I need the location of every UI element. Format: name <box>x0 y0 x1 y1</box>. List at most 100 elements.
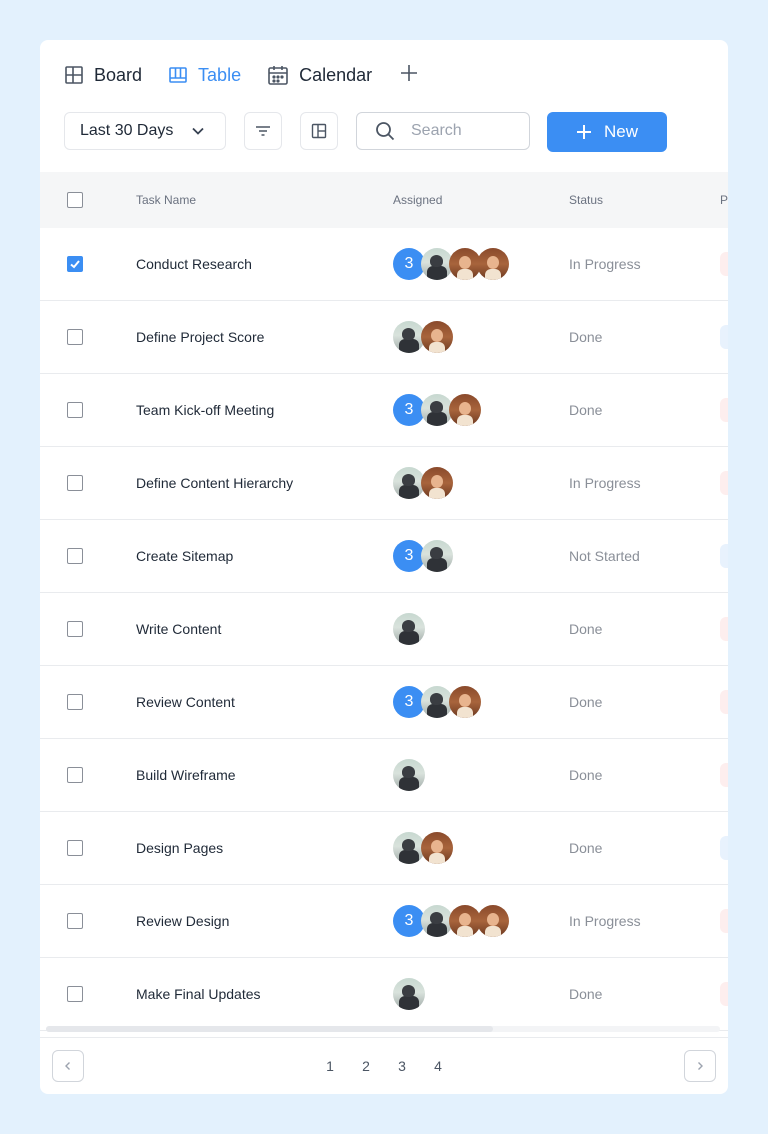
task-name[interactable]: Conduct Research <box>136 228 252 300</box>
table-row[interactable]: Define Project Score Done <box>40 301 728 374</box>
row-select-cell <box>67 958 83 1030</box>
column-status[interactable]: Status <box>569 172 603 228</box>
task-name[interactable]: Create Sitemap <box>136 520 233 592</box>
layout-icon <box>311 123 327 139</box>
horizontal-scrollbar[interactable] <box>46 1026 720 1032</box>
status-text: Done <box>569 402 603 418</box>
status-text: In Progress <box>569 256 641 272</box>
plus-icon <box>401 65 418 81</box>
board-icon <box>65 66 83 84</box>
assigned-cell: 3 <box>393 374 481 446</box>
filter-button[interactable] <box>244 112 282 150</box>
status-text: Done <box>569 840 603 856</box>
priority-badge <box>720 763 728 787</box>
task-name[interactable]: Define Content Hierarchy <box>136 447 293 519</box>
page-1[interactable]: 1 <box>320 1050 340 1082</box>
add-view-button[interactable] <box>400 63 418 87</box>
table-row[interactable]: Design Pages Done <box>40 812 728 885</box>
task-name[interactable]: Make Final Updates <box>136 958 261 1030</box>
row-checkbox[interactable] <box>67 475 83 491</box>
tab-board[interactable]: Board <box>64 65 142 86</box>
assignee-avatars[interactable]: 3 <box>393 686 481 718</box>
task-name[interactable]: Team Kick-off Meeting <box>136 374 274 446</box>
task-card: Board Table Calendar Last 30 Days Search… <box>40 40 728 1094</box>
priority-badge <box>720 617 728 641</box>
table-row[interactable]: Define Content Hierarchy In Progress <box>40 447 728 520</box>
row-checkbox[interactable] <box>67 913 83 929</box>
select-all-cell <box>67 172 83 228</box>
prev-page-button[interactable] <box>52 1050 84 1082</box>
assignee-avatars[interactable]: 3 <box>393 540 453 572</box>
table-row[interactable]: Build Wireframe Done <box>40 739 728 812</box>
table-row[interactable]: Team Kick-off Meeting 3 Done <box>40 374 728 447</box>
column-assigned[interactable]: Assigned <box>393 172 442 228</box>
table-row[interactable]: Make Final Updates Done <box>40 958 728 1031</box>
next-page-button[interactable] <box>684 1050 716 1082</box>
row-checkbox[interactable] <box>67 548 83 564</box>
tab-calendar[interactable]: Calendar <box>267 64 372 86</box>
assignee-avatars[interactable]: 3 <box>393 394 481 426</box>
assignee-avatars[interactable]: 3 <box>393 248 509 280</box>
layout-button[interactable] <box>300 112 338 150</box>
task-name[interactable]: Build Wireframe <box>136 739 236 811</box>
chevron-right-icon <box>698 1062 703 1070</box>
assignee-avatars[interactable] <box>393 321 453 353</box>
chevron-down-icon <box>192 127 204 135</box>
priority-cell <box>720 885 728 957</box>
row-select-cell <box>67 593 83 665</box>
priority-badge <box>720 325 728 349</box>
assignee-avatars[interactable] <box>393 759 425 791</box>
page-2[interactable]: 2 <box>356 1050 376 1082</box>
search-box[interactable] <box>356 112 530 150</box>
assignee-avatars[interactable]: 3 <box>393 905 509 937</box>
tab-table-label: Table <box>198 64 242 85</box>
column-task-name[interactable]: Task Name <box>136 172 196 228</box>
scrollbar-thumb[interactable] <box>46 1026 493 1032</box>
priority-cell <box>720 593 728 665</box>
priority-cell <box>720 301 728 373</box>
assigned-cell: 3 <box>393 228 509 300</box>
page-4[interactable]: 4 <box>428 1050 448 1082</box>
new-task-button[interactable]: New <box>547 112 667 152</box>
table-row[interactable]: Write Content Done <box>40 593 728 666</box>
avatar <box>393 613 425 645</box>
assignee-avatars[interactable] <box>393 978 425 1010</box>
row-checkbox[interactable] <box>67 840 83 856</box>
assignee-avatars[interactable] <box>393 467 453 499</box>
select-all-checkbox[interactable] <box>67 192 83 208</box>
task-name[interactable]: Design Pages <box>136 812 223 884</box>
page-3[interactable]: 3 <box>392 1050 412 1082</box>
search-input[interactable] <box>409 121 523 141</box>
status-text: In Progress <box>569 913 641 929</box>
tab-table[interactable]: Table <box>168 65 241 86</box>
table-row[interactable]: Review Content 3 Done <box>40 666 728 739</box>
assignee-avatars[interactable] <box>393 832 453 864</box>
row-checkbox[interactable] <box>67 256 83 272</box>
task-name[interactable]: Review Design <box>136 885 229 957</box>
task-name[interactable]: Review Content <box>136 666 235 738</box>
status-text: Done <box>569 694 603 710</box>
row-checkbox[interactable] <box>67 767 83 783</box>
row-checkbox[interactable] <box>67 402 83 418</box>
column-priority[interactable]: P <box>720 172 728 228</box>
row-select-cell <box>67 666 83 738</box>
table-header: Task Name Assigned Status P <box>40 172 728 228</box>
task-name[interactable]: Write Content <box>136 593 221 665</box>
table-row[interactable]: Review Design 3 In Progress <box>40 885 728 958</box>
status-text: Done <box>569 986 603 1002</box>
row-checkbox[interactable] <box>67 986 83 1002</box>
assigned-cell <box>393 812 453 884</box>
date-range-label: Last 30 Days <box>80 122 174 139</box>
avatar <box>421 540 453 572</box>
assignee-avatars[interactable] <box>393 613 425 645</box>
tab-calendar-label: Calendar <box>299 64 373 85</box>
row-checkbox[interactable] <box>67 694 83 710</box>
table-row[interactable]: Create Sitemap 3 Not Started <box>40 520 728 593</box>
priority-badge <box>720 690 728 714</box>
row-checkbox[interactable] <box>67 329 83 345</box>
date-range-select[interactable]: Last 30 Days <box>64 112 226 150</box>
row-checkbox[interactable] <box>67 621 83 637</box>
task-name[interactable]: Define Project Score <box>136 301 264 373</box>
table-row[interactable]: Conduct Research 3 In Progress <box>40 228 728 301</box>
priority-badge <box>720 398 728 422</box>
